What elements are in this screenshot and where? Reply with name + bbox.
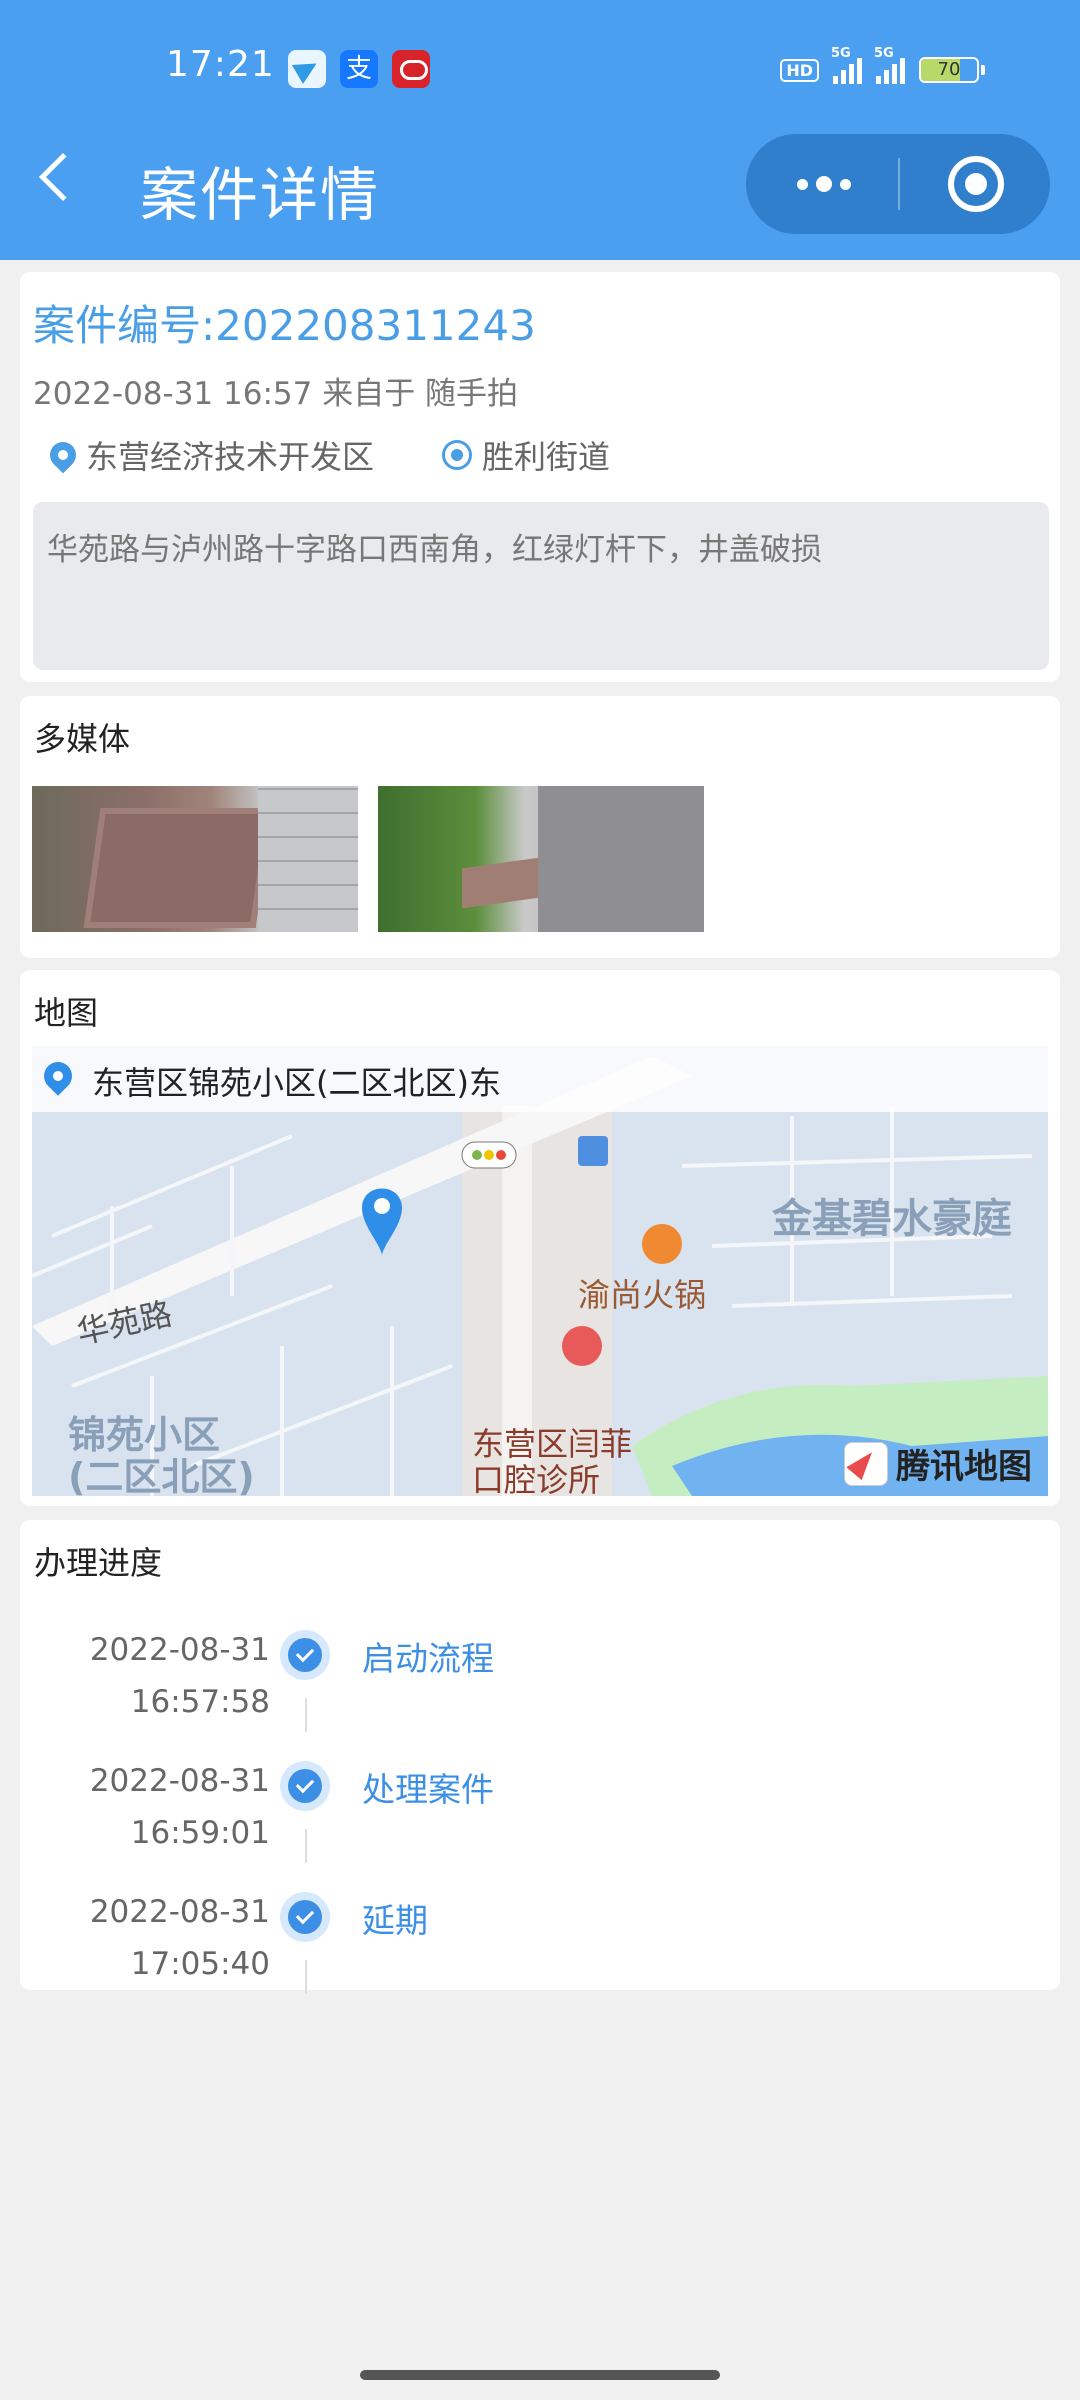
step-date: 2022-08-31	[89, 1894, 270, 1930]
map-address: 东营区锦苑小区(二区北区)东	[92, 1064, 501, 1102]
map-label-residence: 金基碧水豪庭	[772, 1196, 1012, 1242]
battery-cap	[981, 65, 985, 75]
target-circle-icon[interactable]	[948, 156, 1004, 212]
map-label-community: 锦苑小区 (二区北区)	[68, 1413, 255, 1496]
step-label: 处理案件	[362, 1770, 494, 1809]
street-label: 胜利街道	[482, 438, 611, 476]
map-pin-icon	[38, 1056, 78, 1096]
description-box: 华苑路与泸州路十字路口西南角，红绿灯杆下，井盖破损	[33, 502, 1049, 670]
status-time: 17:21	[166, 44, 275, 85]
media-thumbnail-2[interactable]	[378, 786, 704, 932]
map-provider-label: 腾讯地图	[896, 1447, 1032, 1487]
more-dots-icon[interactable]	[792, 134, 856, 234]
back-button[interactable]	[30, 140, 110, 230]
media-card: 多媒体	[20, 696, 1060, 958]
timeline-connector	[305, 1698, 307, 1732]
tencent-map-logo-icon	[844, 1441, 888, 1486]
case-info-card: 案件编号:202208311243 2022-08-31 16:57 来自于 随…	[20, 272, 1060, 682]
map-title: 地图	[34, 994, 99, 1032]
map-address-bar: 东营区锦苑小区(二区北区)东	[32, 1046, 1048, 1112]
battery-level: 70	[937, 59, 961, 80]
page-title: 案件详情	[140, 161, 381, 229]
map-card: 地图 东营区锦苑小区(二区北区)东 华苑路 渝尚火锅 金基碧水豪庭 东营区闫菲 …	[20, 970, 1060, 1506]
step-time: 16:59:01	[130, 1815, 270, 1851]
battery-icon: 70	[919, 57, 979, 83]
district-label: 东营经济技术开发区	[86, 438, 375, 476]
location-row: 东营经济技术开发区 胜利街道	[44, 432, 611, 478]
signal-icon-2: 5G	[874, 46, 905, 84]
app-header: 17:21 支 HD 5G 5G 70 案件详情	[0, 0, 1080, 260]
description-text: 华苑路与泸州路十字路口西南角，红绿灯杆下，井盖破损	[47, 532, 822, 568]
hd-voice-icon: HD	[780, 58, 819, 82]
step-datetime: 2022-08-31 16:57:58	[90, 1624, 270, 1728]
step-date: 2022-08-31	[89, 1632, 270, 1668]
step-label: 延期	[362, 1901, 428, 1940]
timeline-step: 2022-08-31 17:05:40 延期	[20, 1876, 1060, 2006]
signal-icon-1: 5G	[831, 46, 862, 84]
timeline-connector	[305, 1829, 307, 1863]
location-pin-icon	[44, 436, 82, 474]
step-time: 16:57:58	[130, 1684, 270, 1720]
chevron-left-icon	[38, 152, 88, 202]
telegram-icon	[288, 50, 326, 88]
step-date: 2022-08-31	[89, 1763, 270, 1799]
home-indicator[interactable]	[360, 2370, 720, 2380]
weibo-icon	[392, 50, 430, 88]
map-label-restaurant: 渝尚火锅	[578, 1276, 707, 1314]
status-bar: 17:21 支 HD 5G 5G 70	[0, 0, 1080, 130]
step-datetime: 2022-08-31 16:59:01	[90, 1755, 270, 1859]
media-title: 多媒体	[34, 720, 131, 758]
map-view[interactable]: 东营区锦苑小区(二区北区)东 华苑路 渝尚火锅 金基碧水豪庭 东营区闫菲 口腔诊…	[32, 1046, 1048, 1496]
check-circle-icon	[280, 1630, 330, 1680]
mini-program-capsule	[746, 134, 1050, 234]
check-circle-icon	[280, 1892, 330, 1942]
check-circle-icon	[280, 1761, 330, 1811]
map-provider: 腾讯地图	[844, 1439, 1032, 1488]
media-thumbnail-1[interactable]	[32, 786, 358, 932]
step-time: 17:05:40	[130, 1946, 270, 1982]
timeline-connector	[305, 1960, 307, 1994]
progress-card: 办理进度 2022-08-31 16:57:58 启动流程 2022-08-31…	[20, 1520, 1060, 1994]
step-datetime: 2022-08-31 17:05:40	[90, 1886, 270, 1990]
timeline-step: 2022-08-31 16:57:58 启动流程	[20, 1614, 1060, 1744]
progress-title: 办理进度	[34, 1544, 163, 1582]
case-number: 案件编号:202208311243	[33, 301, 536, 350]
timeline-step: 2022-08-31 16:59:01 处理案件	[20, 1745, 1060, 1875]
status-indicators: HD 5G 5G 70	[780, 46, 985, 90]
step-label: 启动流程	[362, 1639, 494, 1678]
case-meta: 2022-08-31 16:57 来自于 随手拍	[33, 376, 519, 412]
locate-target-icon	[442, 440, 473, 470]
map-label-clinic: 东营区闫菲 口腔诊所	[472, 1425, 633, 1496]
capsule-divider	[898, 158, 900, 210]
alipay-icon: 支	[340, 50, 378, 88]
